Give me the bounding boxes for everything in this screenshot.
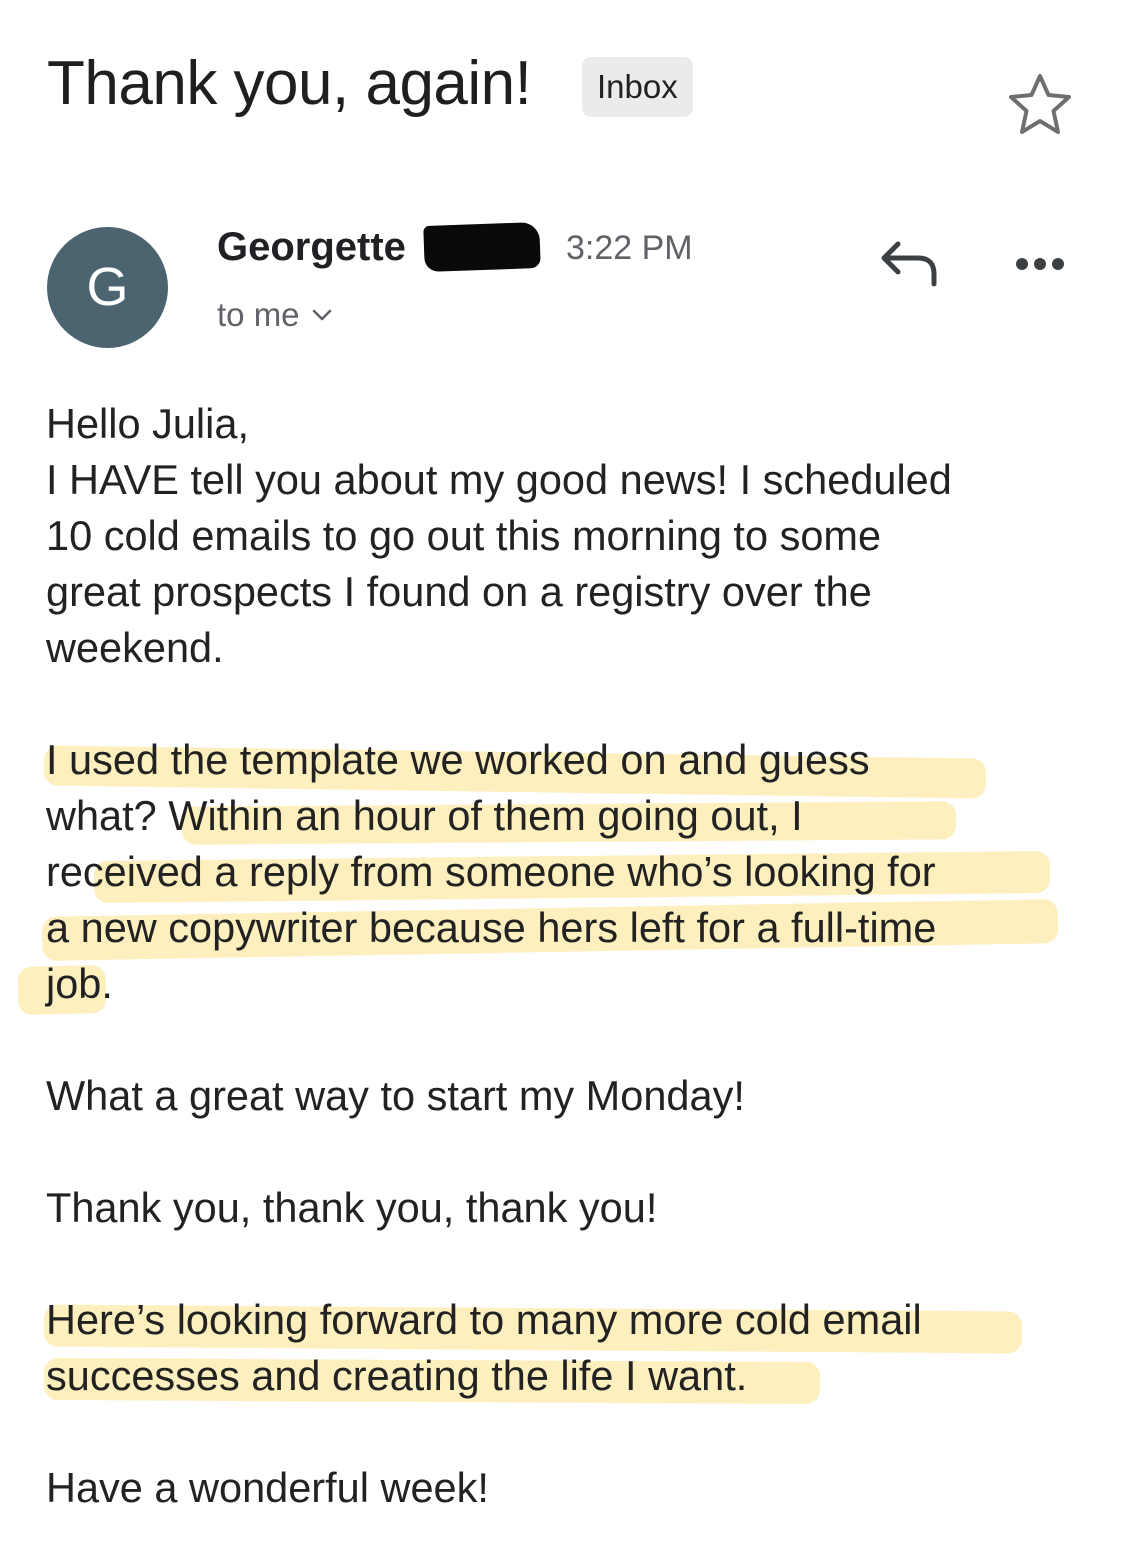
highlighted-body-line: job. (17, 956, 1086, 1016)
sender-avatar[interactable]: G (47, 227, 168, 348)
highlighted-body-line: I used the template we worked on and gue… (43, 732, 1086, 799)
body-line: Thank you, thank you, thank you! (46, 1184, 658, 1231)
recipient-details-toggle[interactable]: to me (217, 293, 334, 337)
email-body: Hello Julia, I HAVE tell you about my go… (17, 396, 1086, 1516)
body-line: I HAVE tell you about my good news! I sc… (46, 456, 952, 503)
body-line: weekend. (46, 624, 224, 671)
email-view: Thank you, again! Inbox G Georgette 3:22… (0, 0, 1122, 1562)
body-line: What a great way to start my Monday! (46, 1072, 745, 1119)
email-timestamp: 3:22 PM (566, 229, 693, 267)
reply-icon[interactable] (878, 236, 942, 292)
highlighted-body-line: successes and creating the life I want. (43, 1348, 1086, 1405)
inbox-label-chip[interactable]: Inbox (582, 57, 693, 117)
star-icon[interactable] (1006, 72, 1074, 136)
highlighted-body-line: received a reply from someone who’s look… (46, 844, 1086, 904)
more-options-icon[interactable] (1010, 240, 1070, 288)
email-subject: Thank you, again! (47, 49, 532, 118)
highlighted-body-line: what? Within an hour of them going out, … (46, 788, 1086, 845)
redaction-mark (423, 221, 541, 273)
highlighted-body-line: a new copywriter because hers left for a… (41, 899, 1086, 961)
body-line: Hello Julia, (46, 400, 249, 447)
chevron-down-icon (312, 309, 331, 321)
body-line: 10 cold emails to go out this morning to… (46, 512, 882, 559)
highlighted-body-line: Here’s looking forward to many more cold… (43, 1292, 1086, 1354)
recipient-label: to me (217, 296, 300, 333)
sender-name: Georgette (217, 225, 406, 269)
body-line: great prospects I found on a registry ov… (46, 568, 872, 615)
body-line: Have a wonderful week! (46, 1464, 489, 1511)
